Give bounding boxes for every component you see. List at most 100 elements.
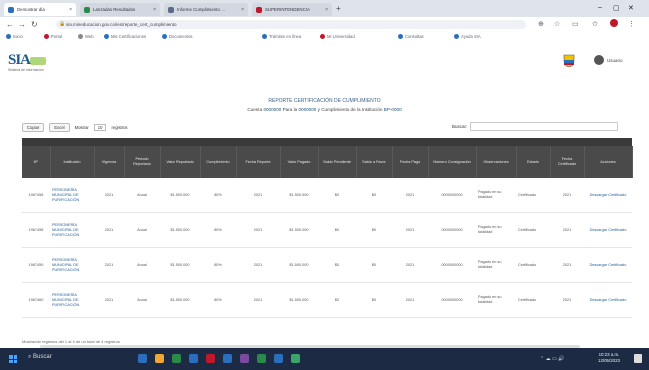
tab-3[interactable]: Informe Cumplimiento … × bbox=[164, 3, 248, 16]
bookmark-item[interactable]: Inicio bbox=[6, 34, 23, 39]
new-tab-icon[interactable]: + bbox=[336, 4, 341, 13]
close-icon[interactable]: × bbox=[241, 7, 244, 13]
menu-icon[interactable]: ⋮ bbox=[628, 20, 635, 28]
table-cell[interactable]: PERSONERÍA MUNICIPAL DE PURIFICACIÓN bbox=[50, 247, 94, 283]
column-header[interactable]: Saldo a Favor bbox=[356, 146, 393, 178]
user-avatar[interactable] bbox=[594, 55, 604, 65]
bookmark-item[interactable]: Consultas bbox=[398, 34, 424, 39]
table-cell: $1.500.000 bbox=[160, 247, 200, 283]
column-header[interactable]: Número Consignación bbox=[428, 146, 477, 178]
bookmark-icon bbox=[398, 34, 403, 39]
column-header[interactable]: Valor Pagado bbox=[280, 146, 319, 178]
table-cell: $1.500.000 bbox=[280, 282, 318, 318]
forward-icon[interactable]: → bbox=[18, 20, 26, 29]
tab-2[interactable]: Lanzadas Resultados × bbox=[80, 3, 160, 16]
site-header bbox=[0, 44, 649, 76]
minimize-icon[interactable]: – bbox=[598, 4, 602, 11]
system-tray-icons[interactable]: ⌃ ☁ ▭ 🔊 bbox=[540, 356, 564, 362]
notification-icon[interactable] bbox=[634, 354, 642, 363]
bookmark-item[interactable]: Ayuda SIA bbox=[454, 34, 481, 39]
taskbar-app-icon[interactable] bbox=[240, 354, 249, 363]
table-cell: 0000000000 bbox=[428, 247, 476, 283]
user-name[interactable]: Usuario bbox=[607, 58, 623, 63]
column-header[interactable]: Fecha Certificado bbox=[550, 146, 585, 178]
subtitle-code: 0000000 bbox=[298, 107, 317, 112]
taskbar-app-icon[interactable] bbox=[274, 354, 283, 363]
url-bar[interactable]: 🔒 sia.mineducacion.gov.co/ies/reporte_cer… bbox=[56, 20, 526, 29]
windows-start-icon[interactable] bbox=[9, 355, 17, 363]
taskbar-app-icon[interactable] bbox=[206, 354, 215, 363]
column-header[interactable]: Fecha Pago bbox=[392, 146, 429, 178]
table-cell[interactable]: Descargar Certificado bbox=[584, 178, 632, 213]
tab-4[interactable]: SUPERINTENDENCIA × bbox=[252, 3, 332, 16]
column-header[interactable]: Vigencia bbox=[94, 146, 125, 178]
page-size-select[interactable]: 10 bbox=[93, 123, 107, 131]
table-info: Mostrando registros del 1 al 4 de un tot… bbox=[22, 339, 120, 344]
collections-icon[interactable]: ▭ bbox=[572, 20, 579, 28]
bookmark-item[interactable]: Mi Universidad bbox=[320, 34, 355, 39]
close-icon[interactable]: × bbox=[69, 7, 72, 13]
star-icon[interactable]: ☆ bbox=[554, 20, 560, 28]
bookmark-item[interactable]: Web bbox=[78, 34, 94, 39]
close-icon[interactable]: × bbox=[325, 7, 328, 13]
table-cell[interactable]: PERSONERÍA MUNICIPAL DE PURIFICACIÓN bbox=[50, 282, 94, 318]
bookmark-item[interactable]: Documentos bbox=[162, 34, 193, 39]
reload-icon[interactable]: ↻ bbox=[31, 20, 38, 29]
column-header[interactable]: Estado bbox=[516, 146, 551, 178]
column-header[interactable]: Saldo Pendiente bbox=[318, 146, 357, 178]
column-header[interactable]: Periodo Reportado bbox=[124, 146, 161, 178]
table-cell: $0 bbox=[356, 247, 392, 283]
tab-label: Informe Cumplimiento … bbox=[177, 7, 226, 12]
column-header[interactable]: Institución bbox=[50, 146, 95, 178]
column-header[interactable]: Nº bbox=[22, 146, 51, 178]
taskbar-search[interactable]: ⌕ Buscar bbox=[28, 354, 52, 361]
copy-button[interactable]: Copiar bbox=[22, 122, 45, 132]
column-header[interactable]: Cumplimiento bbox=[200, 146, 237, 178]
subtitle-text: y Cumplimiento de la Institución bbox=[317, 107, 383, 112]
taskbar-app-icon[interactable] bbox=[223, 354, 232, 363]
taskbar-app-icon[interactable] bbox=[291, 354, 300, 363]
taskbar-app-icon[interactable] bbox=[155, 354, 164, 363]
column-header[interactable]: Fecha Reporte bbox=[236, 146, 281, 178]
profile-icon[interactable] bbox=[610, 19, 618, 27]
back-icon[interactable]: ← bbox=[6, 20, 14, 29]
table-cell: 1967456 bbox=[22, 178, 50, 213]
table-cell: 0000000000 bbox=[428, 212, 476, 248]
clock[interactable]: 10:23 a.m. 12/05/2023 bbox=[598, 352, 620, 364]
taskbar-app-icon[interactable] bbox=[138, 354, 147, 363]
close-icon[interactable]: × bbox=[153, 7, 156, 13]
favorites-icon[interactable]: ✩ bbox=[592, 20, 598, 28]
table-cell: $1.500.000 bbox=[160, 178, 200, 213]
table-controls: Copiar Excel Mostrar 10 registros bbox=[22, 122, 128, 132]
table-header-row: Nº Institución Vigencia Periodo Reportad… bbox=[22, 146, 633, 178]
table-cell[interactable]: PERSONERÍA MUNICIPAL DE PURIFICACIÓN bbox=[50, 212, 94, 248]
excel-button[interactable]: Excel bbox=[49, 122, 70, 132]
zoom-icon[interactable]: ⊕ bbox=[538, 20, 544, 28]
logo-accent bbox=[30, 57, 46, 65]
table-cell: 2021 bbox=[236, 178, 280, 213]
bookmark-item[interactable]: Portal bbox=[44, 34, 62, 39]
window-close-icon[interactable]: ✕ bbox=[628, 4, 634, 12]
tab-favicon bbox=[84, 6, 90, 13]
column-header[interactable]: Observaciones bbox=[476, 146, 517, 178]
table-cell[interactable]: Descargar Certificado bbox=[584, 247, 632, 283]
site-logo[interactable]: SIA bbox=[8, 52, 31, 69]
bookmark-item[interactable]: Trámites en línea bbox=[262, 34, 301, 39]
bookmark-item[interactable]: Mis Certificaciones bbox=[104, 34, 146, 39]
taskbar-app-icon[interactable] bbox=[172, 354, 181, 363]
table-cell: Pagado en su totalidad bbox=[476, 212, 516, 248]
table-cell[interactable]: Descargar Certificado bbox=[584, 212, 632, 248]
table-cell: 2021 bbox=[392, 247, 428, 283]
table-cell: 2021 bbox=[236, 282, 280, 318]
taskbar-app-icon[interactable] bbox=[257, 354, 266, 363]
table-cell[interactable]: Descargar Certificado bbox=[584, 282, 632, 318]
table-cell[interactable]: PERSONERÍA MUNICIPAL DE PURIFICACIÓN bbox=[50, 178, 94, 213]
column-header[interactable]: Valor Reportado bbox=[160, 146, 201, 178]
table-cell: $0 bbox=[356, 282, 392, 318]
maximize-icon[interactable]: ▢ bbox=[613, 4, 620, 12]
column-header[interactable]: Acciones bbox=[584, 146, 633, 178]
tab-1[interactable]: Demostrar día × bbox=[4, 3, 76, 16]
search-input[interactable] bbox=[470, 122, 618, 131]
taskbar-app-icon[interactable] bbox=[189, 354, 198, 363]
show-label: Mostrar bbox=[74, 124, 89, 130]
